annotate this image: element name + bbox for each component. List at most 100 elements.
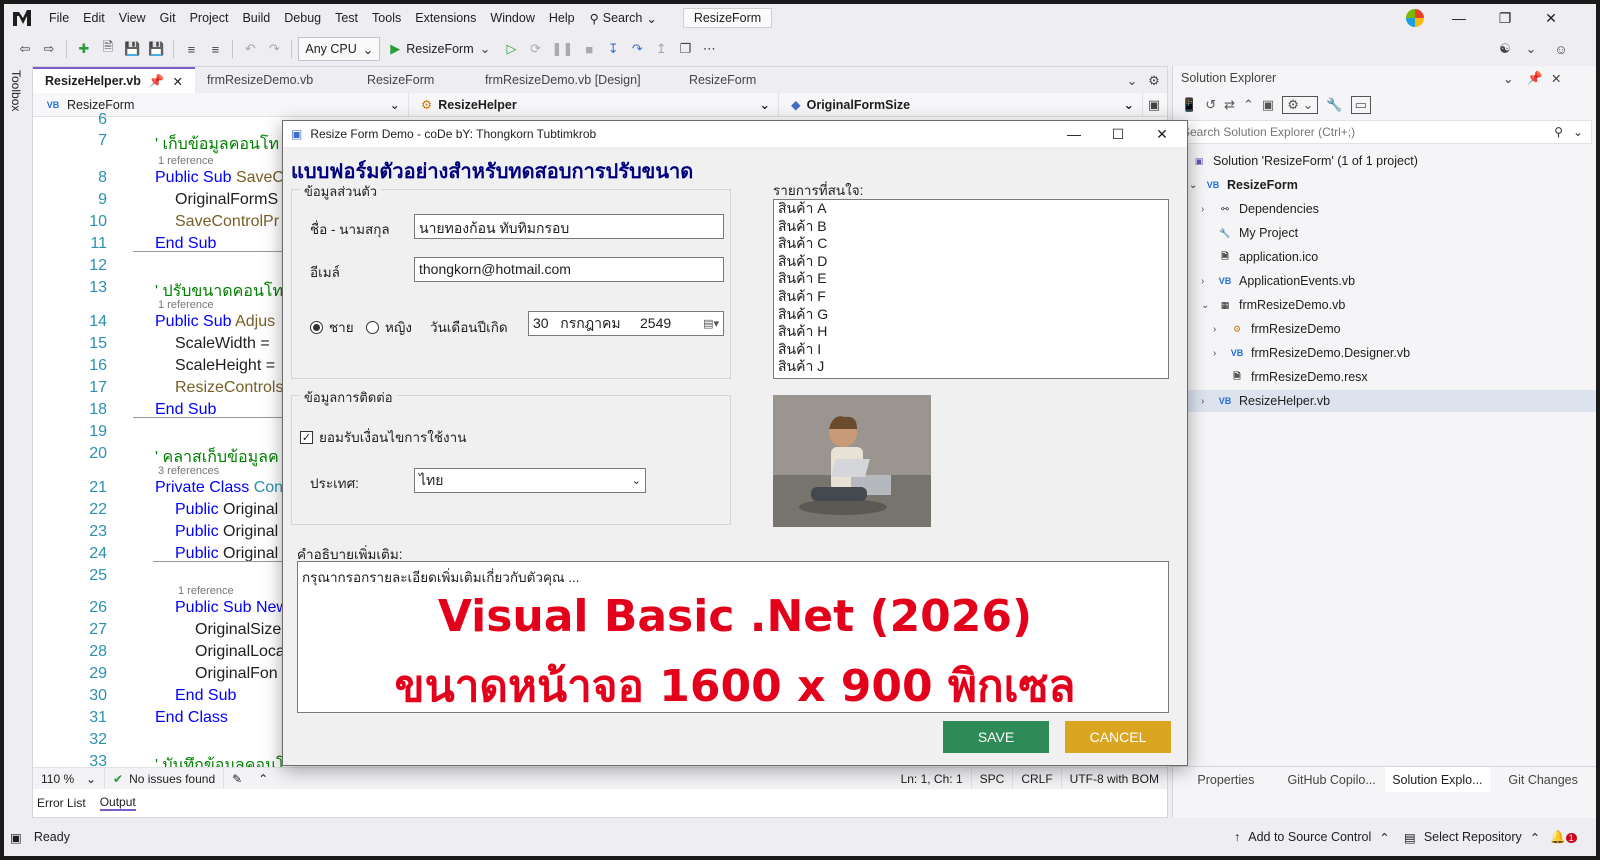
chevron-right-icon[interactable]: › — [1201, 204, 1211, 215]
collapse-all-icon[interactable]: ⌃ — [1243, 97, 1254, 113]
list-item[interactable]: สินค้า E — [774, 270, 1168, 288]
solution-search-input[interactable]: Search Solution Explorer (Ctrl+;) ⚲ ⌄ — [1177, 120, 1592, 144]
tree-item-application-events[interactable]: › VB ApplicationEvents.vb — [1201, 270, 1355, 292]
menu-view[interactable]: View — [112, 7, 153, 29]
save-icon[interactable]: 💾 — [121, 37, 143, 61]
undo-icon[interactable]: ↶ — [239, 37, 261, 61]
line-ending-indicator[interactable]: CRLF — [1013, 768, 1062, 789]
tab-frmresizedemo[interactable]: frmResizeDemo.vb — [195, 67, 355, 93]
redo-icon[interactable]: ↷ — [263, 37, 285, 61]
codelens-reference[interactable]: 1 reference — [178, 585, 234, 597]
start-debug-button[interactable]: ▶ ResizeForm ⌄ — [382, 37, 498, 61]
tree-item-frmresizedemo[interactable]: › ⚙ frmResizeDemo — [1213, 318, 1341, 340]
visual-studio-logo-icon[interactable] — [10, 7, 34, 29]
tree-item-dependencies[interactable]: › ⚯ Dependencies — [1201, 198, 1319, 220]
tab-frmresizedemo-design[interactable]: frmResizeDemo.vb [Design] — [473, 67, 677, 93]
sync-icon[interactable]: ⇄ — [1224, 97, 1235, 113]
radio-female[interactable]: หญิง — [366, 316, 412, 338]
menu-debug[interactable]: Debug — [277, 7, 328, 29]
tree-item-frmresizedemo-vb[interactable]: ⌄ ▦ frmResizeDemo.vb — [1201, 294, 1345, 316]
maximize-icon[interactable]: ☐ — [1095, 121, 1141, 147]
menu-file[interactable]: File — [42, 7, 76, 29]
restore-icon[interactable]: ❐ — [1482, 4, 1528, 32]
issues-indicator[interactable]: ✔ No issues found — [105, 768, 225, 789]
pin-icon[interactable]: 📌 — [149, 74, 165, 89]
list-item[interactable]: สินค้า G — [774, 306, 1168, 324]
gear-icon[interactable]: ⚙ — [1143, 69, 1165, 93]
birthdate-picker[interactable]: 30 กรกฎาคม 2549 ▤▾ — [528, 311, 724, 336]
zoom-combo[interactable]: 110 % ⌄ — [33, 768, 105, 789]
select-repository-button[interactable]: ▤ Select Repository ⌃ — [1404, 830, 1540, 845]
tab-resizehelper[interactable]: ResizeHelper.vb 📌 ✕ — [33, 67, 195, 93]
menu-project[interactable]: Project — [183, 7, 236, 29]
history-icon[interactable]: ↺ — [1205, 97, 1216, 113]
chevron-right-icon[interactable]: › — [1201, 276, 1211, 287]
stop-icon[interactable]: ■ — [578, 37, 600, 61]
switch-views-icon[interactable]: 📱 — [1181, 97, 1197, 113]
menu-help[interactable]: Help — [542, 7, 582, 29]
step-over-icon[interactable]: ↷ — [626, 37, 648, 61]
tab-git-changes[interactable]: Git Changes — [1490, 767, 1596, 792]
start-without-debug-icon[interactable]: ▷ — [501, 37, 523, 61]
chevron-right-icon[interactable]: › — [1201, 396, 1211, 407]
radio-male[interactable]: ชาย — [310, 316, 354, 338]
menu-edit[interactable]: Edit — [76, 7, 112, 29]
tree-item-resizehelper[interactable]: › VB ResizeHelper.vb — [1173, 390, 1596, 412]
comment-icon[interactable]: ≡ — [180, 37, 202, 61]
tab-github-copilot[interactable]: GitHub Copilo... — [1279, 767, 1385, 792]
add-to-source-control-button[interactable]: ↑ Add to Source Control ⌃ — [1234, 830, 1390, 845]
chevron-right-icon[interactable]: › — [1213, 324, 1223, 335]
tab-error-list[interactable]: Error List — [37, 796, 86, 810]
list-item[interactable]: สินค้า B — [774, 218, 1168, 236]
pin-icon[interactable]: 📌 — [1527, 71, 1543, 86]
codelens-reference[interactable]: 1 reference — [158, 155, 214, 167]
codelens-reference[interactable]: 1 reference — [158, 299, 214, 311]
pause-icon[interactable]: ❚❚ — [549, 37, 577, 61]
step-out-icon[interactable]: ↥ — [650, 37, 672, 61]
close-icon[interactable]: ✕ — [1528, 4, 1574, 32]
more-icon[interactable]: ⋯ — [698, 37, 720, 61]
copilot-icon[interactable]: ☯ — [1494, 37, 1516, 61]
new-project-icon[interactable]: ✚ — [73, 37, 95, 61]
tree-item-resx[interactable]: 🗎 frmResizeDemo.resx — [1229, 366, 1367, 388]
show-all-files-icon[interactable]: ▣ — [1262, 97, 1274, 113]
notifications-bell-icon[interactable]: 🔔 1 — [1550, 830, 1577, 845]
calendar-icon[interactable]: ▤▾ — [703, 317, 719, 330]
list-item[interactable]: สินค้า H — [774, 323, 1168, 341]
menu-test[interactable]: Test — [328, 7, 365, 29]
encoding-indicator[interactable]: UTF-8 with BOM — [1062, 768, 1167, 789]
tab-resizeform[interactable]: ResizeForm — [355, 67, 473, 93]
close-icon[interactable]: ✕ — [172, 74, 182, 89]
tab-output[interactable]: Output — [99, 795, 136, 811]
tab-solution-explorer[interactable]: Solution Explo... — [1384, 767, 1491, 792]
preview-icon[interactable]: ▭ — [1350, 96, 1371, 114]
tree-item-my-project[interactable]: 🔧 My Project — [1217, 222, 1298, 244]
save-button[interactable]: SAVE — [943, 721, 1049, 753]
codelens-reference[interactable]: 3 references — [158, 465, 219, 477]
save-all-icon[interactable]: 💾 — [145, 37, 167, 61]
cursor-position[interactable]: Ln: 1, Ch: 1 — [893, 768, 972, 789]
toolbox-label[interactable]: Toolbox — [9, 70, 23, 111]
close-icon[interactable]: ✕ — [1551, 71, 1561, 86]
interests-listbox[interactable]: สินค้า A สินค้า B สินค้า C สินค้า D สินค… — [773, 199, 1169, 379]
list-item[interactable]: สินค้า J — [774, 358, 1168, 376]
minimize-icon[interactable]: — — [1436, 4, 1482, 32]
solution-name-badge[interactable]: ResizeForm — [682, 8, 773, 28]
menu-build[interactable]: Build — [235, 7, 277, 29]
tree-item-application-ico[interactable]: 🗎 application.ico — [1217, 246, 1318, 268]
list-item[interactable]: สินค้า I — [774, 341, 1168, 359]
tab-properties[interactable]: Properties — [1173, 767, 1279, 792]
tab-overflow-icon[interactable]: ⌄ — [1121, 69, 1143, 93]
menu-window[interactable]: Window — [483, 7, 541, 29]
chevron-down-icon[interactable]: ⌄ — [1201, 300, 1211, 311]
platform-combo[interactable]: Any CPU ⌄ — [298, 37, 381, 61]
cancel-button[interactable]: CANCEL — [1065, 721, 1171, 753]
menu-extensions[interactable]: Extensions — [408, 7, 483, 29]
open-file-icon[interactable]: 🗎 — [97, 37, 119, 61]
menu-git[interactable]: Git — [153, 7, 183, 29]
list-item[interactable]: สินค้า D — [774, 253, 1168, 271]
list-item[interactable]: สินค้า A — [774, 200, 1168, 218]
name-input[interactable]: นายทองก้อน ทับทิมกรอบ — [414, 214, 724, 239]
uncomment-icon[interactable]: ≡ — [204, 37, 226, 61]
close-icon[interactable]: ✕ — [1139, 121, 1185, 147]
